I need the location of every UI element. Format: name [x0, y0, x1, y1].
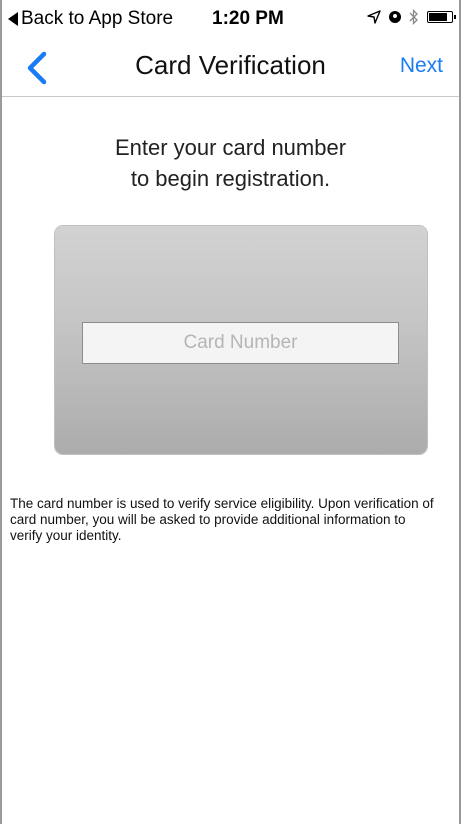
status-bar: Back to App Store 1:20 PM — [2, 0, 459, 40]
navigation-bar: Card Verification Next — [2, 40, 459, 97]
back-to-app-store-link[interactable]: Back to App Store — [8, 8, 173, 30]
registration-prompt: Enter your card number to begin registra… — [2, 132, 459, 194]
page-title: Card Verification — [135, 50, 326, 80]
bluetooth-icon — [409, 9, 418, 25]
next-button[interactable]: Next — [400, 54, 443, 78]
alarm-icon — [389, 11, 401, 23]
back-triangle-icon — [8, 12, 18, 26]
card-graphic — [55, 226, 427, 454]
location-icon — [367, 10, 381, 24]
prompt-line-1: Enter your card number — [114, 135, 347, 160]
back-to-app-store-label: Back to App Store — [21, 8, 174, 29]
status-icons — [367, 9, 456, 25]
prompt-line-2: to begin registration. — [130, 166, 331, 191]
battery-icon — [427, 11, 456, 23]
card-number-input[interactable] — [82, 322, 399, 364]
card-verification-screen: Back to App Store 1:20 PM Card Verificat… — [0, 0, 461, 824]
status-time: 1:20 PM — [212, 8, 284, 29]
eligibility-info-text: The card number is used to verify servic… — [10, 496, 434, 543]
